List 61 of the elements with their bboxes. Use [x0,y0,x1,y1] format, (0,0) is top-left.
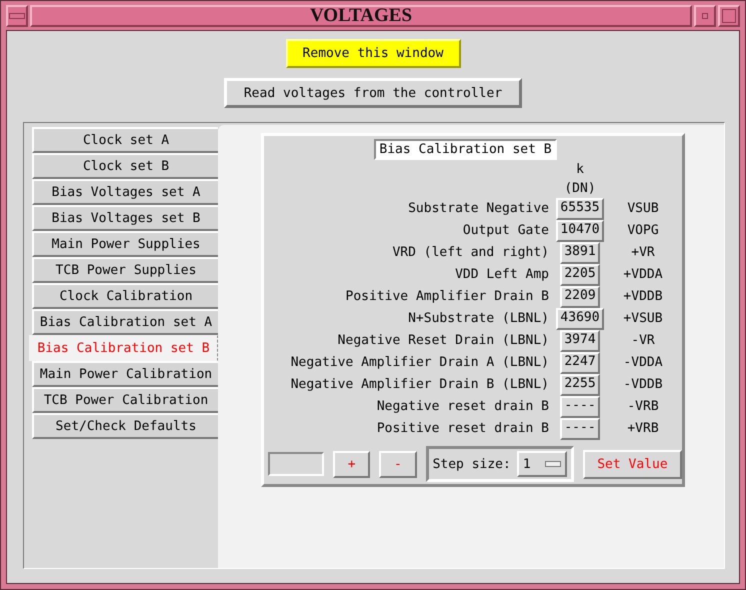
step-size-label: Step size: [432,456,511,472]
value-field[interactable]: ---- [560,418,600,440]
row-label: Positive Amplifier Drain B [344,288,549,306]
tab[interactable]: Clock set A [32,127,218,153]
value-field[interactable]: 3891 [560,242,600,264]
remove-window-button[interactable]: Remove this window [286,39,460,68]
value-field[interactable]: 2205 [560,264,600,286]
menu-bar-icon [9,13,25,19]
unit-label: -VR [630,332,656,350]
unit-label: -VRB [626,398,660,416]
column-header: (DN) [563,180,597,198]
tab[interactable]: TCB Power Supplies [32,257,218,283]
window-menu-button[interactable] [6,5,28,27]
value-field[interactable]: 3974 [560,330,600,352]
unit-label: +VRB [626,420,660,438]
tab[interactable]: Clock set B [32,153,218,179]
unit-label: +VSUB [622,310,664,328]
row-label: N+Substrate (LBNL) [407,310,549,328]
unit-label: VOPG [626,222,660,240]
value-field[interactable]: 2255 [560,374,600,396]
row-label: VRD (left and right) [391,244,549,262]
unit-label: +VDDA [622,266,664,284]
input-field[interactable] [268,452,324,476]
value-field[interactable]: 65535 [556,198,604,220]
column-header: k [575,161,585,179]
value-field[interactable]: 10470 [556,220,604,242]
tab[interactable]: Set/Check Defaults [32,413,218,439]
value-field[interactable]: 2247 [560,352,600,374]
unit-label: -VDDB [622,376,664,394]
tab[interactable]: Main Power Supplies [32,231,218,257]
row-label: Output Gate [462,222,549,240]
maximize-icon [722,9,736,23]
tab[interactable]: Bias Voltages set B [32,205,218,231]
value-field[interactable]: ---- [560,396,600,418]
row-label: Substrate Negative [407,200,549,218]
unit-label: -VDDA [622,354,664,372]
tab[interactable]: TCB Power Calibration [32,387,218,413]
read-voltages-button[interactable]: Read voltages from the controller [224,78,522,108]
row-label: Negative Amplifier Drain A (LBNL) [290,354,549,372]
value-field[interactable]: 2209 [560,286,600,308]
tab[interactable]: Main Power Calibration [32,361,218,387]
window-title: VOLTAGES [30,5,692,27]
row-label: Positive reset drain B [376,420,549,438]
minimize-button[interactable] [694,5,716,27]
value-field[interactable]: 43690 [556,308,604,330]
option-menu-icon [544,461,561,467]
minimize-icon [702,13,708,19]
tab[interactable]: Bias Voltages set A [32,179,218,205]
unit-label: +VR [630,244,656,262]
maximize-button[interactable] [718,5,740,27]
step-size-menu[interactable]: 1 [516,451,567,477]
unit-label: VSUB [626,200,660,218]
tab[interactable]: Bias Calibration set A [32,309,218,335]
row-label: Negative Amplifier Drain B (LBNL) [290,376,549,394]
row-label: Negative reset drain B [376,398,549,416]
panel-title: Bias Calibration set B [374,139,557,160]
row-label: VDD Left Amp [454,266,549,284]
row-label: Negative Reset Drain (LBNL) [336,332,549,350]
unit-label: +VDDB [622,288,664,306]
tab[interactable]: Bias Calibration set B [29,335,218,361]
tab[interactable]: Clock Calibration [32,283,218,309]
